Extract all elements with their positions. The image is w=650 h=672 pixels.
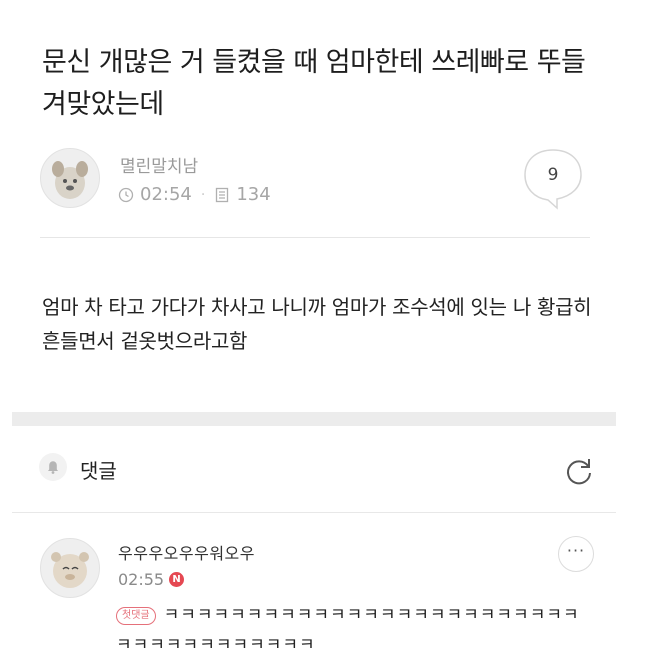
more-icon[interactable]: ··· [558, 536, 594, 572]
new-badge: N [169, 572, 185, 587]
post-views: 134 [236, 184, 271, 205]
first-comment-badge: 첫댓글 [116, 607, 156, 625]
commenter-name[interactable]: 우우우오우우워오우 [118, 540, 255, 564]
author-avatar-icon[interactable] [40, 148, 100, 208]
comment-text-block: 첫댓글 ㅋㅋㅋㅋㅋㅋㅋㅋㅋㅋㅋㅋㅋㅋㅋㅋㅋㅋㅋㅋㅋㅋㅋㅋㅋㅋㅋㅋㅋㅋㅋㅋㅋㅋㅋㅋㅋ [116, 600, 596, 660]
post-title: 문신 개많은 거 들켰을 때 엄마한테 쓰레빠로 뚜들겨맞았는데 [42, 47, 586, 120]
post-meta: 02:54 · 134 [118, 184, 271, 205]
comments-header: 댓글 [38, 452, 117, 486]
comment-text: ㅋㅋㅋㅋㅋㅋㅋㅋㅋㅋㅋㅋㅋㅋㅋㅋㅋㅋㅋㅋㅋㅋㅋㅋㅋㅋㅋㅋㅋㅋㅋㅋㅋㅋㅋㅋㅋ [116, 605, 580, 655]
clock-icon [118, 187, 134, 203]
section-separator [12, 412, 616, 426]
comment-count: 9 [547, 165, 559, 185]
author-name[interactable]: 멸린말치남 [120, 152, 198, 177]
comment-time: 02:55 [118, 570, 165, 589]
views-icon [214, 187, 230, 203]
refresh-icon[interactable] [562, 454, 596, 488]
comments-label: 댓글 [80, 458, 117, 483]
comment-count-button[interactable]: 9 [522, 148, 584, 210]
post-time: 02:54 [140, 184, 192, 205]
meta-separator: · [200, 186, 206, 203]
commenter-avatar-icon[interactable] [40, 538, 100, 598]
post-page: 문신 개많은 거 들켰을 때 엄마한테 쓰레빠로 뚜들겨맞았는데 멸린말치남 0… [12, 0, 616, 672]
comment-meta: 02:55 N [118, 570, 185, 589]
post-body: 엄마 차 타고 가다가 차사고 나니까 엄마가 조수석에 잇는 나 황급히 흔들… [42, 295, 592, 353]
divider [40, 237, 590, 238]
divider [12, 512, 616, 513]
bell-icon[interactable] [38, 452, 68, 486]
